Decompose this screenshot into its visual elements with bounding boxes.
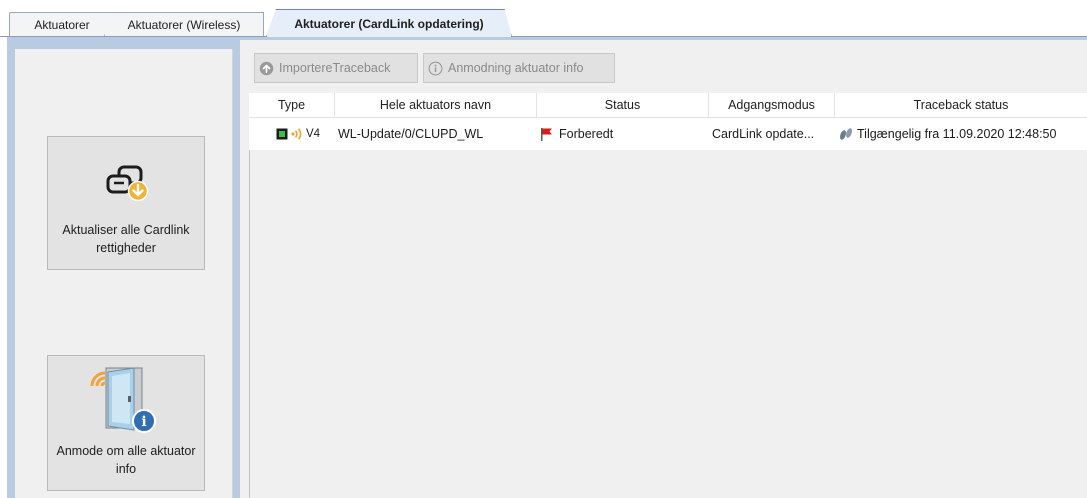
red-flag-icon xyxy=(541,128,552,141)
column-header-status[interactable]: Status xyxy=(537,93,709,117)
column-header-type[interactable]: Type xyxy=(249,93,335,117)
column-header-traceback[interactable]: Traceback status xyxy=(835,93,1087,117)
upload-icon xyxy=(259,61,274,75)
tab-aktuatorer[interactable]: Aktuatorer xyxy=(9,12,115,36)
request-all-actuator-info-button[interactable]: i Anmode om alle aktuator info xyxy=(47,355,205,491)
table-row[interactable]: V4 WL-Update/0/CLUPD_WL Forberedt CardLi… xyxy=(249,118,1087,150)
actuator-access-mode: CardLink opdate... xyxy=(712,127,815,141)
column-header-name[interactable]: Hele aktuators navn xyxy=(335,93,537,117)
table-header: Type Hele aktuators navn Status Adgangsm… xyxy=(249,93,1087,118)
tab-aktuatorer-wireless[interactable]: Aktuatorer (Wireless) xyxy=(104,12,264,36)
footprints-icon xyxy=(840,128,852,140)
cardlink-download-icon xyxy=(106,165,149,202)
actuator-device-icon xyxy=(276,128,288,140)
svg-text:i: i xyxy=(141,414,146,430)
actuator-table xyxy=(249,93,1087,498)
tab-label: Aktuatorer (Wireless) xyxy=(127,17,241,32)
import-traceback-button[interactable]: ImportereTraceback xyxy=(254,53,418,83)
tab-strip: Aktuatorer Aktuatorer (Wireless) Aktuato… xyxy=(0,0,1087,37)
tab-label: Aktuatorer xyxy=(34,17,90,32)
column-header-access-mode[interactable]: Adgangsmodus xyxy=(709,93,835,117)
actuator-traceback-status: Tilgængelig fra 11.09.2020 12:48:50 xyxy=(857,127,1057,141)
request-actuator-info-label: Anmodning aktuator info xyxy=(448,61,584,75)
import-traceback-label: ImportereTraceback xyxy=(279,61,391,75)
actuator-type-label: V4 xyxy=(306,128,321,140)
update-all-cardlink-button[interactable]: Aktualiser alle Cardlink rettigheder xyxy=(47,136,205,270)
info-icon xyxy=(428,61,443,75)
request-actuator-info-button[interactable]: Anmodning aktuator info xyxy=(423,53,615,83)
actuator-status: Forberedt xyxy=(559,127,614,141)
update-all-cardlink-label: Aktualiser alle Cardlink rettigheder xyxy=(62,223,190,255)
door-info-icon: i xyxy=(90,367,156,433)
wireless-signal-icon xyxy=(291,128,302,140)
actuator-name: WL-Update/0/CLUPD_WL xyxy=(338,127,484,141)
request-all-actuator-info-label: Anmode om alle aktuator info xyxy=(56,444,196,476)
tab-aktuatorer-cardlink[interactable]: Aktuatorer (CardLink opdatering) xyxy=(266,9,512,37)
tab-label: Aktuatorer (CardLink opdatering) xyxy=(294,16,484,31)
